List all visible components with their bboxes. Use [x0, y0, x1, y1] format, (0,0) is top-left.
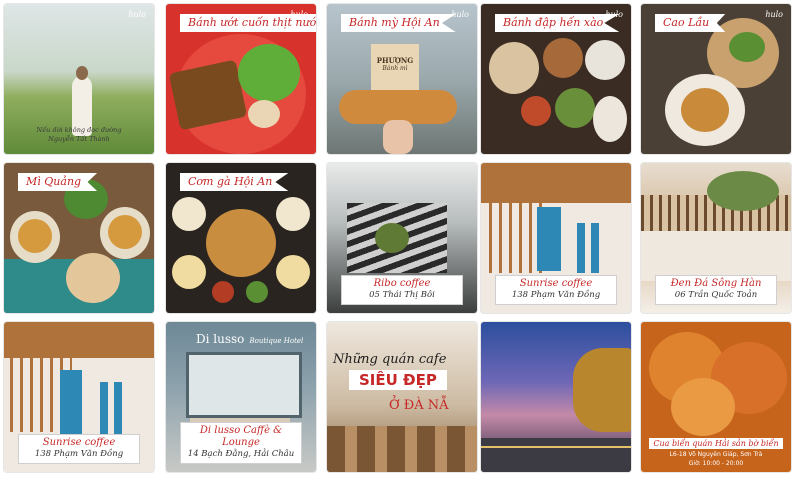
headline-line-3: Ở ĐÀ NẴ — [389, 398, 449, 413]
tables-shape — [327, 426, 477, 472]
sauce-bowl-shape — [248, 100, 280, 128]
bowl-shape — [172, 197, 206, 231]
noodle-shape — [18, 219, 52, 253]
photo-tile-cafe-headline[interactable]: Những quán cafe SIÊU ĐẸP Ở ĐÀ NẴ — [327, 322, 477, 472]
wall-shape — [641, 231, 791, 281]
cafe-plaque: Ribo coffee 05 Thái Thị Bôi — [341, 275, 463, 305]
restaurant-address: L6-18 Võ Nguyên Giáp, Sơn Trà — [669, 451, 763, 458]
photo-tile-com-ga[interactable]: Cơm gà Hội An — [166, 163, 316, 313]
clam-dish-shape — [543, 38, 583, 78]
cafe-name: Sunrise coffee — [519, 278, 593, 289]
restaurant-hours: Giờ: 10:00 - 20:00 — [688, 460, 744, 467]
dragon-shape — [573, 348, 631, 432]
restaurant-name: Cua biển quán Hải sản bờ biển — [649, 438, 783, 449]
herbs-bowl-shape — [555, 88, 595, 128]
cafe-address: 05 Thái Thị Bôi — [369, 290, 435, 300]
caption-line-1: Nếu đời không đọc đường — [36, 126, 122, 134]
plate-shape — [206, 209, 276, 277]
photo-tile-banh-uot[interactable]: hulo Bánh ướt cuốn thịt nướng — [166, 4, 316, 154]
banh-mi-shape — [339, 90, 457, 124]
cafe-address: 138 Phạm Văn Đồng — [34, 449, 124, 459]
photo-caption: Nếu đời không đọc đường Nguyễn Tất Thành — [4, 126, 154, 144]
photo-tile-ribo-coffee[interactable]: Ribo coffee 05 Thái Thị Bôi — [327, 163, 477, 313]
herbs-bowl-shape — [238, 44, 300, 102]
dish-ribbon: Cơm gà Hội An — [180, 173, 289, 191]
photo-tile-field-girl[interactable]: hulo Nếu đời không đọc đường Nguyễn Tất … — [4, 4, 154, 154]
cafe-name: Đen Đá Sông Hàn — [670, 278, 762, 289]
cafe-plaque: Đen Đá Sông Hàn 06 Trần Quốc Toản — [655, 275, 777, 305]
noodle-shape — [108, 215, 142, 249]
cafe-address: 138 Phạm Văn Đồng — [511, 290, 601, 300]
dish-ribbon: Bánh ướt cuốn thịt nướng — [180, 14, 316, 32]
crab-shape — [671, 378, 735, 436]
blue-door-shape — [577, 223, 585, 273]
cafe-address: 14 Bạch Đằng, Hải Châu — [187, 449, 295, 459]
hotel-sign-sub: Boutique Hotel — [249, 337, 304, 345]
caption-line-2: Nguyễn Tất Thành — [48, 135, 110, 143]
plate-shape — [585, 40, 625, 80]
photo-tile-cao-lau[interactable]: hulo Cao Lầu — [641, 4, 791, 154]
window-shape — [186, 352, 302, 418]
herbs-shape — [729, 32, 765, 62]
cafe-plaque: Sunrise coffee 138 Phạm Văn Đồng — [18, 434, 140, 464]
tree-shape — [707, 171, 779, 211]
photo-tile-dragon-bridge[interactable] — [481, 322, 631, 472]
photo-tile-seafood[interactable]: Cua biển quán Hải sản bờ biển L6-18 Võ N… — [641, 322, 791, 472]
sauce-bowl-shape — [212, 281, 234, 303]
photo-tile-den-da-song-han[interactable]: Đen Đá Sông Hàn 06 Trần Quốc Toản — [641, 163, 791, 313]
blue-door-shape — [537, 207, 561, 271]
road-shape — [481, 438, 631, 472]
noodle-shape — [681, 88, 729, 132]
dish-ribbon: Cao Lầu — [655, 14, 726, 32]
dish-ribbon: Bánh đập hến xào — [495, 14, 620, 32]
girl-head — [76, 66, 88, 80]
headline-line-2: SIÊU ĐẸP — [349, 370, 447, 390]
cafe-address: 06 Trần Quốc Toản — [674, 290, 758, 300]
plate-shape — [593, 96, 627, 142]
blue-door-shape — [114, 382, 122, 434]
blue-door-shape — [100, 382, 108, 434]
rice-cracker-shape — [489, 42, 539, 94]
cafe-name: Sunrise coffee — [42, 437, 116, 448]
bag-brand: PHƯỢNG — [376, 56, 414, 65]
plant-shape — [375, 223, 409, 253]
headline-line-1: Những quán cafe — [333, 352, 447, 367]
blue-door-shape — [591, 223, 599, 273]
bowl-shape — [276, 255, 310, 289]
bowl-shape — [172, 255, 206, 289]
dish-ribbon: Bánh mỳ Hội An — [341, 14, 456, 32]
photo-tile-mi-quang[interactable]: Mì Quảng — [4, 163, 154, 313]
hotel-sign: Di lusso Boutique Hotel — [196, 328, 303, 347]
photo-tile-sunrise-coffee[interactable]: Sunrise coffee 138 Phạm Văn Đồng — [481, 163, 631, 313]
bowl-shape — [276, 197, 310, 231]
herbs-bowl-shape — [246, 281, 268, 303]
blue-door-shape — [60, 370, 82, 434]
seafood-caption: Cua biển quán Hải sản bờ biển L6-18 Võ N… — [641, 431, 791, 468]
cafe-name: Di lusso Caffè & Lounge — [199, 425, 283, 448]
cafe-name: Ribo coffee — [373, 278, 431, 289]
sauce-bowl-shape — [521, 96, 551, 126]
hotel-sign-name: Di lusso — [196, 332, 245, 346]
bag-label: PHƯỢNG Bánh mì — [371, 56, 419, 72]
road-line-shape — [481, 446, 631, 448]
cafe-plaque: Sunrise coffee 138 Phạm Văn Đồng — [495, 275, 617, 305]
photo-tile-banh-dap[interactable]: hulo Bánh đập hến xào — [481, 4, 631, 154]
hulo-logo: hulo — [765, 10, 783, 19]
dish-ribbon: Mì Quảng — [18, 173, 98, 191]
hand-shape — [383, 120, 413, 154]
hulo-logo: hulo — [128, 10, 146, 19]
photo-tile-banh-my[interactable]: PHƯỢNG Bánh mì hulo Bánh mỳ Hội An — [327, 4, 477, 154]
cafe-plaque: Di lusso Caffè & Lounge 14 Bạch Đằng, Hả… — [180, 422, 302, 464]
bag-sub: Bánh mì — [382, 65, 408, 72]
cracker-shape — [66, 253, 120, 303]
photo-tile-di-lusso[interactable]: Di lusso Boutique Hotel Di lusso Caffè &… — [166, 322, 316, 472]
photo-tile-sunrise-coffee-2[interactable]: Sunrise coffee 138 Phạm Văn Đồng — [4, 322, 154, 472]
